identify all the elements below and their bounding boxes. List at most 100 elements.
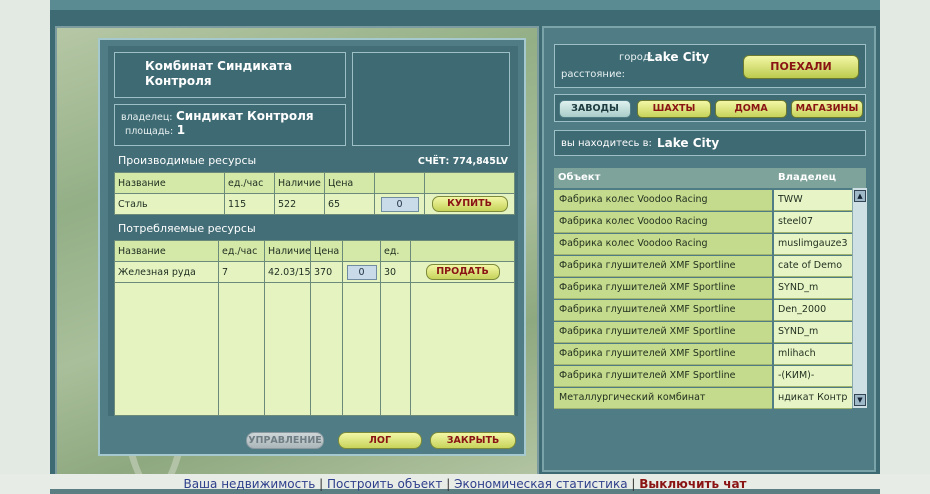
- col-owner: Владелец: [778, 172, 837, 183]
- resource-price: 370: [310, 261, 343, 283]
- col-qty: [342, 240, 381, 262]
- object-name: Фабрика глушителей XMF Sportline: [554, 366, 772, 387]
- footer-links: Ваша недвижимость | Построить объект | Э…: [0, 477, 930, 491]
- list-item[interactable]: Металлургический комбинат ндикат Контр: [554, 388, 852, 409]
- object-image: [352, 52, 510, 146]
- owner-value: Синдикат Контроля: [176, 109, 314, 123]
- col-qty: [374, 172, 425, 194]
- resource-price: 65: [324, 193, 375, 215]
- object-name: Фабрика глушителей XMF Sportline: [554, 256, 772, 277]
- resource-per-hour: 7: [218, 261, 265, 283]
- qty-cell: 0: [374, 193, 425, 215]
- right-margin: [880, 0, 930, 494]
- object-list-header: Объект Владелец: [554, 168, 866, 188]
- owner-info: владелец: Синдикат Контроля площадь: 1: [114, 104, 346, 146]
- produced-table: Название ед./час Наличие Цена Сталь 115 …: [114, 172, 515, 215]
- list-scrollbar[interactable]: ▲ ▼: [852, 188, 867, 408]
- manage-button[interactable]: УПРАВЛЕНИЕ: [246, 432, 324, 449]
- col-object: Объект: [558, 172, 601, 183]
- resource-stock: 42.03/15: [264, 261, 311, 283]
- object-name: Фабрика колес Voodoo Racing: [554, 234, 772, 255]
- go-button[interactable]: ПОЕХАЛИ: [743, 55, 859, 79]
- table-filler: [114, 282, 515, 416]
- link-build-object[interactable]: Построить объект: [327, 477, 442, 491]
- action-cell: КУПИТЬ: [424, 193, 515, 215]
- list-item[interactable]: Фабрика колес Voodoo Racing muslimgauze3: [554, 234, 852, 255]
- object-owner: SYND_m: [774, 278, 852, 299]
- footer-separator: |: [319, 477, 324, 491]
- table-row: Сталь 115 522 65 0 КУПИТЬ: [114, 193, 515, 215]
- consumed-table: Название ед./час Наличие Цена ед. Железн…: [114, 240, 515, 416]
- link-economic-stats[interactable]: Экономическая статистика: [454, 477, 627, 491]
- navigation-panel: город: Lake City расстояние: ПОЕХАЛИ ЗАВ…: [542, 26, 876, 472]
- current-location: вы находитесь в: Lake City: [554, 130, 866, 156]
- action-cell: ПРОДАТЬ: [410, 261, 515, 283]
- object-name: Фабрика колес Voodoo Racing: [554, 212, 772, 233]
- window-top-bar: [0, 0, 930, 10]
- object-name: Фабрика глушителей XMF Sportline: [554, 278, 772, 299]
- tab-mines[interactable]: ШАХТЫ: [637, 100, 711, 118]
- col-per-hour: ед./час: [218, 240, 265, 262]
- col-name: Название: [114, 172, 225, 194]
- link-my-property[interactable]: Ваша недвижимость: [183, 477, 315, 491]
- left-margin: [0, 0, 50, 494]
- sell-button[interactable]: ПРОДАТЬ: [425, 264, 500, 280]
- list-item[interactable]: Фабрика глушителей XMF Sportline -(КИМ)-: [554, 366, 852, 387]
- buy-button[interactable]: КУПИТЬ: [431, 196, 508, 212]
- tab-factories[interactable]: ЗАВОДЫ: [559, 100, 631, 118]
- object-panel-inner: Комбинат Синдиката Контроля владелец: Си…: [108, 46, 518, 416]
- object-owner: ндикат Контр: [774, 388, 852, 409]
- tab-houses[interactable]: ДОМА: [715, 100, 787, 118]
- area-label: площадь:: [125, 126, 174, 137]
- tab-shops[interactable]: МАГАЗИНЫ: [791, 100, 863, 118]
- object-name: Фабрика колес Voodoo Racing: [554, 190, 772, 211]
- resource-name: Железная руда: [114, 261, 219, 283]
- city-value: Lake City: [647, 50, 710, 64]
- col-stock: Наличие: [264, 240, 311, 262]
- sell-quantity-input[interactable]: 0: [346, 264, 377, 280]
- location-value: Lake City: [657, 136, 720, 150]
- log-button[interactable]: ЛОГ: [338, 432, 422, 449]
- col-price: Цена: [324, 172, 375, 194]
- object-panel: Комбинат Синдиката Контроля владелец: Си…: [98, 38, 526, 456]
- list-item[interactable]: Фабрика колес Voodoo Racing TWW: [554, 190, 852, 211]
- list-item[interactable]: Фабрика глушителей XMF Sportline Den_2000: [554, 300, 852, 321]
- close-button[interactable]: ЗАКРЫТЬ: [430, 432, 516, 449]
- footer-separator: |: [631, 477, 636, 491]
- resource-stock: 522: [274, 193, 325, 215]
- col-action: [424, 172, 515, 194]
- col-per-hour: ед./час: [224, 172, 275, 194]
- object-owner: cate of Demo: [774, 256, 852, 277]
- list-item[interactable]: Фабрика глушителей XMF Sportline SYND_m: [554, 322, 852, 343]
- object-title: Комбинат Синдиката Контроля: [114, 52, 346, 98]
- object-name: Фабрика глушителей XMF Sportline: [554, 322, 772, 343]
- resource-name: Сталь: [114, 193, 225, 215]
- list-item[interactable]: Фабрика глушителей XMF Sportline mlihach: [554, 344, 852, 365]
- object-owner: TWW: [774, 190, 852, 211]
- area-value: 1: [176, 123, 186, 137]
- object-owner: muslimgauze3: [774, 234, 852, 255]
- buy-quantity-input[interactable]: 0: [380, 196, 419, 212]
- link-disable-chat[interactable]: Выключить чат: [639, 477, 746, 491]
- object-owner: -(КИМ)-: [774, 366, 852, 387]
- location-label: вы находитесь в:: [561, 138, 652, 149]
- object-owner: SYND_m: [774, 322, 852, 343]
- col-price: Цена: [310, 240, 343, 262]
- col-units: ед.: [380, 240, 411, 262]
- object-owner: Den_2000: [774, 300, 852, 321]
- distance-label: расстояние:: [561, 69, 625, 80]
- object-owner: mlihach: [774, 344, 852, 365]
- category-tabs: ЗАВОДЫ ШАХТЫ ДОМА МАГАЗИНЫ: [554, 94, 866, 122]
- scroll-down-icon[interactable]: ▼: [854, 394, 866, 406]
- scroll-up-icon[interactable]: ▲: [854, 190, 866, 202]
- list-item[interactable]: Фабрика глушителей XMF Sportline cate of …: [554, 256, 852, 277]
- col-action: [410, 240, 515, 262]
- travel-box: город: Lake City расстояние: ПОЕХАЛИ: [554, 44, 866, 88]
- resource-per-hour: 115: [224, 193, 275, 215]
- produced-section-title: Производимые ресурсы: [118, 154, 257, 167]
- resource-units: 30: [380, 261, 411, 283]
- footer-separator: |: [446, 477, 451, 491]
- list-item[interactable]: Фабрика глушителей XMF Sportline SYND_m: [554, 278, 852, 299]
- object-name: Фабрика глушителей XMF Sportline: [554, 300, 772, 321]
- list-item[interactable]: Фабрика колес Voodoo Racing steel07: [554, 212, 852, 233]
